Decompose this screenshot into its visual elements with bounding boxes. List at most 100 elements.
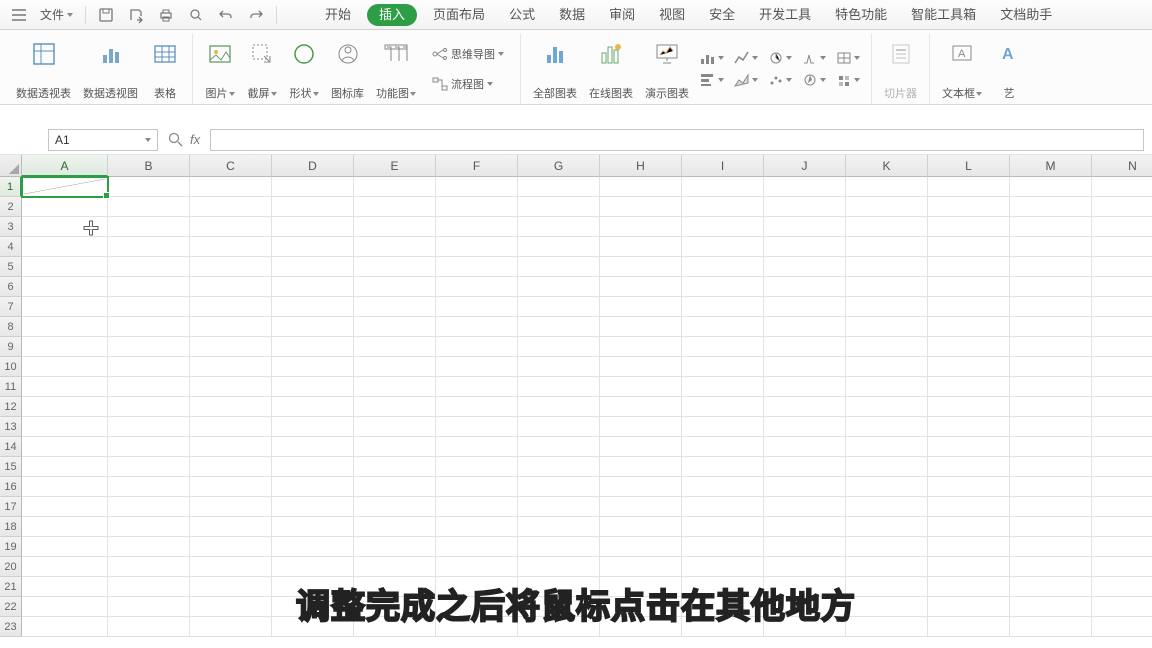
cell[interactable]: [108, 537, 190, 557]
chart-type-8[interactable]: [799, 70, 829, 90]
cell[interactable]: [354, 257, 436, 277]
cell[interactable]: [108, 357, 190, 377]
cell[interactable]: [846, 377, 928, 397]
chart-type-7[interactable]: [799, 48, 829, 68]
cell[interactable]: [600, 357, 682, 377]
cell[interactable]: [518, 277, 600, 297]
cell[interactable]: [1010, 437, 1092, 457]
cell[interactable]: [518, 337, 600, 357]
cell[interactable]: [436, 197, 518, 217]
tab-developer[interactable]: 开发工具: [747, 0, 823, 30]
cell[interactable]: [1092, 257, 1152, 277]
cell[interactable]: [22, 237, 108, 257]
cell[interactable]: [682, 317, 764, 337]
cell[interactable]: [1092, 397, 1152, 417]
cell[interactable]: [436, 477, 518, 497]
cell[interactable]: [764, 197, 846, 217]
cell[interactable]: [1010, 577, 1092, 597]
cell[interactable]: [354, 417, 436, 437]
cell[interactable]: [928, 377, 1010, 397]
cell[interactable]: [1092, 357, 1152, 377]
row-header[interactable]: 3: [0, 217, 22, 237]
save-as-icon[interactable]: [122, 3, 150, 27]
cell[interactable]: [928, 257, 1010, 277]
cell[interactable]: [272, 417, 354, 437]
cell[interactable]: [1092, 497, 1152, 517]
cell[interactable]: [846, 557, 928, 577]
cell[interactable]: [682, 217, 764, 237]
cell[interactable]: [190, 177, 272, 197]
menu-icon[interactable]: [6, 3, 32, 27]
cell[interactable]: [190, 257, 272, 277]
cell[interactable]: [928, 617, 1010, 637]
cell[interactable]: [682, 377, 764, 397]
chart-type-6[interactable]: [765, 70, 795, 90]
column-header[interactable]: M: [1010, 155, 1092, 177]
cell[interactable]: [764, 237, 846, 257]
cell[interactable]: [600, 557, 682, 577]
row-header[interactable]: 13: [0, 417, 22, 437]
cell[interactable]: [518, 497, 600, 517]
chart-type-5[interactable]: [765, 48, 795, 68]
tab-doc-helper[interactable]: 文档助手: [988, 0, 1064, 30]
cell[interactable]: [272, 557, 354, 577]
cell[interactable]: [22, 537, 108, 557]
column-header[interactable]: L: [928, 155, 1010, 177]
cell[interactable]: [22, 417, 108, 437]
cell[interactable]: [846, 417, 928, 437]
cell[interactable]: [928, 557, 1010, 577]
cell[interactable]: [436, 377, 518, 397]
row-header[interactable]: 16: [0, 477, 22, 497]
pivot-chart-button[interactable]: 数据透视图: [77, 36, 144, 102]
cell[interactable]: [1092, 437, 1152, 457]
cell[interactable]: [1092, 237, 1152, 257]
cell[interactable]: [190, 397, 272, 417]
cell[interactable]: [22, 357, 108, 377]
cell[interactable]: [682, 297, 764, 317]
cell[interactable]: [108, 237, 190, 257]
row-header[interactable]: 22: [0, 597, 22, 617]
cell[interactable]: [1010, 417, 1092, 437]
cell[interactable]: [190, 197, 272, 217]
file-menu[interactable]: 文件: [34, 3, 79, 27]
save-icon[interactable]: [92, 3, 120, 27]
cell[interactable]: [1092, 577, 1152, 597]
cell[interactable]: [22, 197, 108, 217]
cell[interactable]: [436, 357, 518, 377]
cell[interactable]: [108, 517, 190, 537]
cell[interactable]: [190, 597, 272, 617]
cell[interactable]: [108, 437, 190, 457]
row-header[interactable]: 12: [0, 397, 22, 417]
cell[interactable]: [22, 497, 108, 517]
chart-type-2[interactable]: [697, 70, 727, 90]
print-icon[interactable]: [152, 3, 180, 27]
cell[interactable]: [354, 457, 436, 477]
cell[interactable]: [436, 497, 518, 517]
cell[interactable]: [190, 217, 272, 237]
picture-button[interactable]: 图片: [199, 36, 241, 102]
cell[interactable]: [846, 457, 928, 477]
cell[interactable]: [1092, 277, 1152, 297]
column-header[interactable]: I: [682, 155, 764, 177]
cell[interactable]: [272, 197, 354, 217]
print-preview-icon[interactable]: [182, 3, 210, 27]
cell[interactable]: [272, 277, 354, 297]
cell[interactable]: [1010, 297, 1092, 317]
cell[interactable]: [22, 217, 108, 237]
cell[interactable]: [190, 237, 272, 257]
cell[interactable]: [928, 517, 1010, 537]
cell[interactable]: [928, 597, 1010, 617]
cell[interactable]: [436, 437, 518, 457]
cell[interactable]: [22, 517, 108, 537]
cell[interactable]: [1092, 297, 1152, 317]
cell[interactable]: [1010, 217, 1092, 237]
cell[interactable]: [108, 497, 190, 517]
cell[interactable]: [108, 337, 190, 357]
cell[interactable]: [928, 417, 1010, 437]
function-chart-button[interactable]: 功能图: [370, 36, 422, 102]
cell[interactable]: [436, 177, 518, 197]
cell[interactable]: [764, 177, 846, 197]
cell[interactable]: [846, 237, 928, 257]
cell[interactable]: [1092, 557, 1152, 577]
cell[interactable]: [764, 457, 846, 477]
